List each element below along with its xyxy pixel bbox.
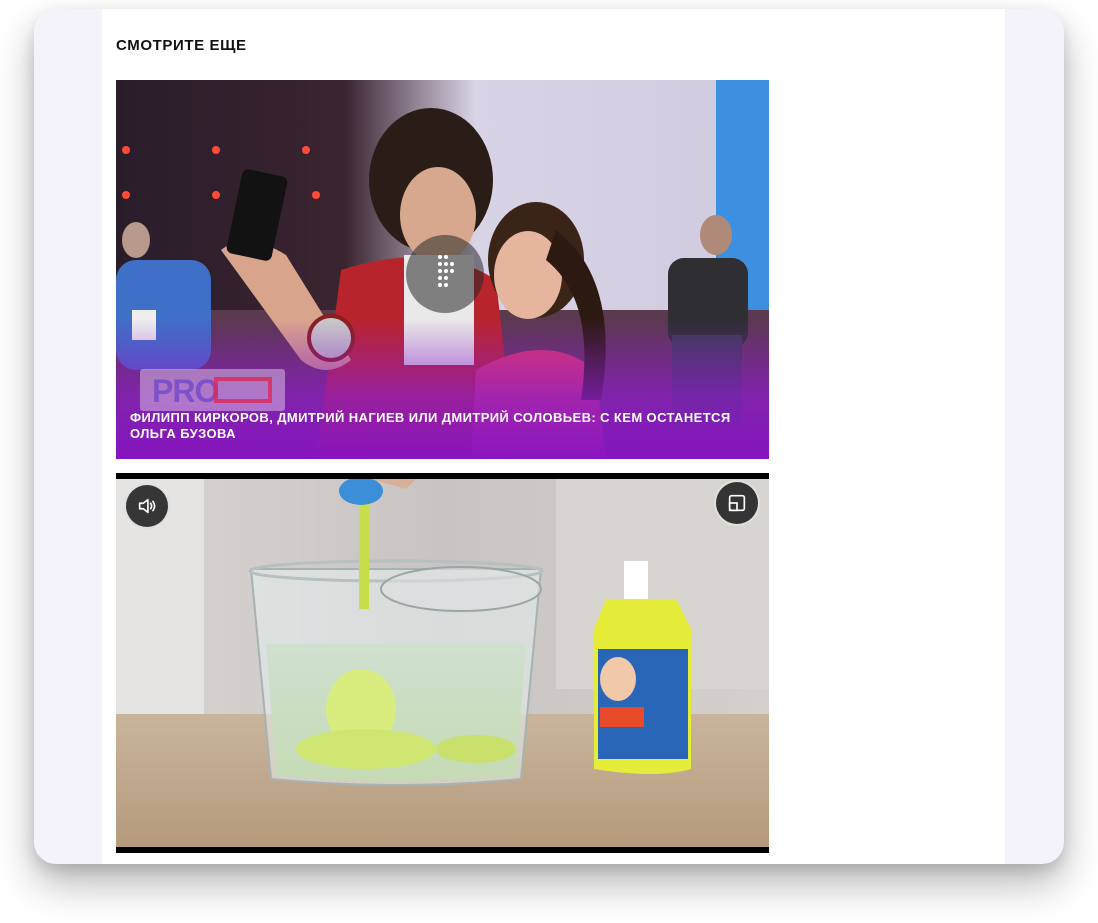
play-button[interactable] [406,235,484,313]
speaker-icon [138,498,156,514]
featured-video-title[interactable]: ФИЛИПП КИРКОРОВ, ДМИТРИЙ НАГИЕВ ИЛИ ДМИТ… [130,410,760,442]
expand-button[interactable] [714,480,760,526]
featured-video-card[interactable]: PRO ФИЛИПП КИРКОРОВ, ДМИТРИЙ НАГИЕВ ИЛИ … [116,80,769,459]
section-title: СМОТРИТЕ ЕЩЕ [116,37,247,54]
pro-channel-logo: PRO [140,369,285,411]
ad-video-player[interactable] [116,473,769,853]
pro-logo-frame [214,377,272,403]
loading-dots-icon [438,255,454,287]
expand-icon [728,494,746,512]
mute-button[interactable] [124,483,170,529]
pro-logo-text: PRO [152,373,219,409]
app-window: СМОТРИТЕ ЕЩЕ PRO ФИЛИПП КИРКОРОВ, ДМИТРИ… [34,9,1064,864]
ad-video-frame [116,479,769,847]
content-column: СМОТРИТЕ ЕЩЕ PRO ФИЛИПП КИРКОРОВ, ДМИТРИ… [102,9,1005,864]
